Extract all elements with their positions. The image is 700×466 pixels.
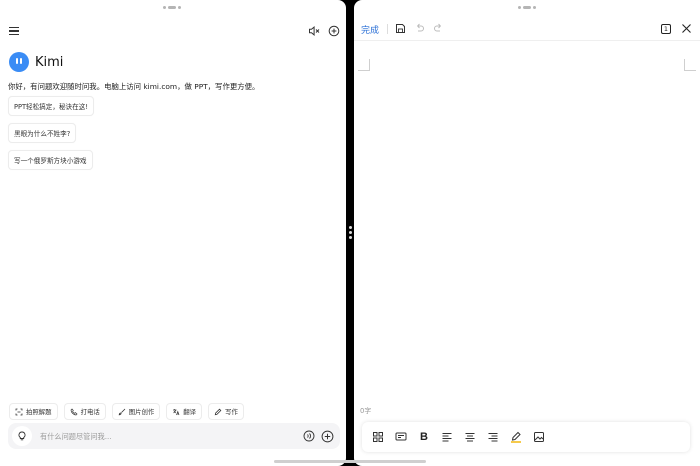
- quick-action-label: 图片创作: [128, 408, 155, 416]
- page-margin-corner: [358, 59, 370, 71]
- kimi-chat-pane: Kimi 你好，有问题欢迎随时问我。电脑上访问 kimi.com，做 PPT，写…: [0, 0, 346, 466]
- brand-header: Kimi: [9, 52, 63, 72]
- align-left-icon[interactable]: [441, 431, 453, 443]
- page-count-icon[interactable]: 1: [661, 23, 671, 34]
- paint-brush-icon: [118, 408, 126, 415]
- word-count: 0字: [360, 407, 372, 415]
- window-grip[interactable]: [163, 6, 181, 9]
- close-icon[interactable]: [681, 23, 692, 34]
- suggested-prompts: PPT轻松搞定，秘诀在这! 黑眼为什么不姓李? 写一个俄罗斯方块小游戏: [8, 96, 94, 170]
- suggested-prompt-chip[interactable]: 写一个俄罗斯方块小游戏: [8, 150, 93, 170]
- done-button[interactable]: 完成: [361, 23, 379, 36]
- quick-action-label: 打电话: [80, 408, 100, 416]
- grid-layout-icon[interactable]: [372, 431, 384, 443]
- page-margin-corner: [684, 59, 696, 71]
- redo-icon[interactable]: [433, 23, 444, 34]
- translate-icon: [173, 408, 180, 415]
- phone-icon: [70, 407, 78, 415]
- quick-action-write[interactable]: 写作: [208, 403, 244, 420]
- quick-action-call[interactable]: 打电话: [63, 403, 106, 420]
- text-style-icon[interactable]: [395, 431, 407, 443]
- scan-icon: [15, 408, 23, 415]
- suggested-prompt-chip[interactable]: 黑眼为什么不姓李?: [8, 123, 77, 143]
- quick-action-photo-solve[interactable]: 拍照解题: [9, 403, 58, 420]
- menu-icon[interactable]: [9, 27, 19, 37]
- pen-icon: [214, 408, 222, 415]
- toolbar-divider: [387, 24, 388, 34]
- quick-action-translate[interactable]: 翻译: [166, 403, 203, 420]
- chat-input[interactable]: [32, 431, 303, 441]
- note-editor-pane: 完成 1 0字 B: [354, 0, 700, 466]
- quick-action-label: 翻译: [183, 408, 197, 416]
- insert-image-icon[interactable]: [533, 431, 545, 443]
- chat-top-actions: [308, 25, 340, 37]
- quick-actions: 拍照解题 打电话 图片创作 翻译 写作: [9, 403, 244, 420]
- bold-icon[interactable]: B: [418, 431, 430, 443]
- lightbulb-icon[interactable]: [12, 426, 32, 446]
- welcome-message: 你好，有问题欢迎随时问我。电脑上访问 kimi.com，做 PPT，写作更方便。: [8, 82, 260, 91]
- quick-action-label: 写作: [225, 408, 238, 416]
- format-toolbar: B: [362, 422, 690, 452]
- new-chat-icon[interactable]: [328, 25, 340, 37]
- editor-right-actions: 1: [661, 23, 692, 34]
- suggested-prompt-chip[interactable]: PPT轻松搞定，秘诀在这!: [8, 96, 94, 116]
- composer-actions: [303, 430, 336, 443]
- brand-name: Kimi: [35, 54, 64, 70]
- chat-composer: [8, 423, 340, 449]
- align-right-icon[interactable]: [487, 431, 499, 443]
- add-icon[interactable]: [321, 430, 334, 443]
- home-indicator[interactable]: [274, 460, 426, 463]
- highlight-icon[interactable]: [510, 431, 522, 443]
- mute-icon[interactable]: [308, 25, 320, 37]
- quick-action-label: 拍照解题: [26, 408, 52, 416]
- kimi-logo-icon: [9, 52, 29, 72]
- save-icon[interactable]: [395, 23, 406, 34]
- window-grip[interactable]: [518, 6, 536, 9]
- header-divider: [354, 40, 700, 41]
- align-center-icon[interactable]: [464, 431, 476, 443]
- undo-icon[interactable]: [414, 23, 425, 34]
- voice-call-icon[interactable]: [303, 430, 315, 442]
- split-screen: Kimi 你好，有问题欢迎随时问我。电脑上访问 kimi.com，做 PPT，写…: [0, 0, 700, 466]
- editor-toolbar: [395, 23, 444, 34]
- quick-action-image-create[interactable]: 图片创作: [111, 403, 161, 420]
- split-divider-handle[interactable]: [348, 226, 352, 239]
